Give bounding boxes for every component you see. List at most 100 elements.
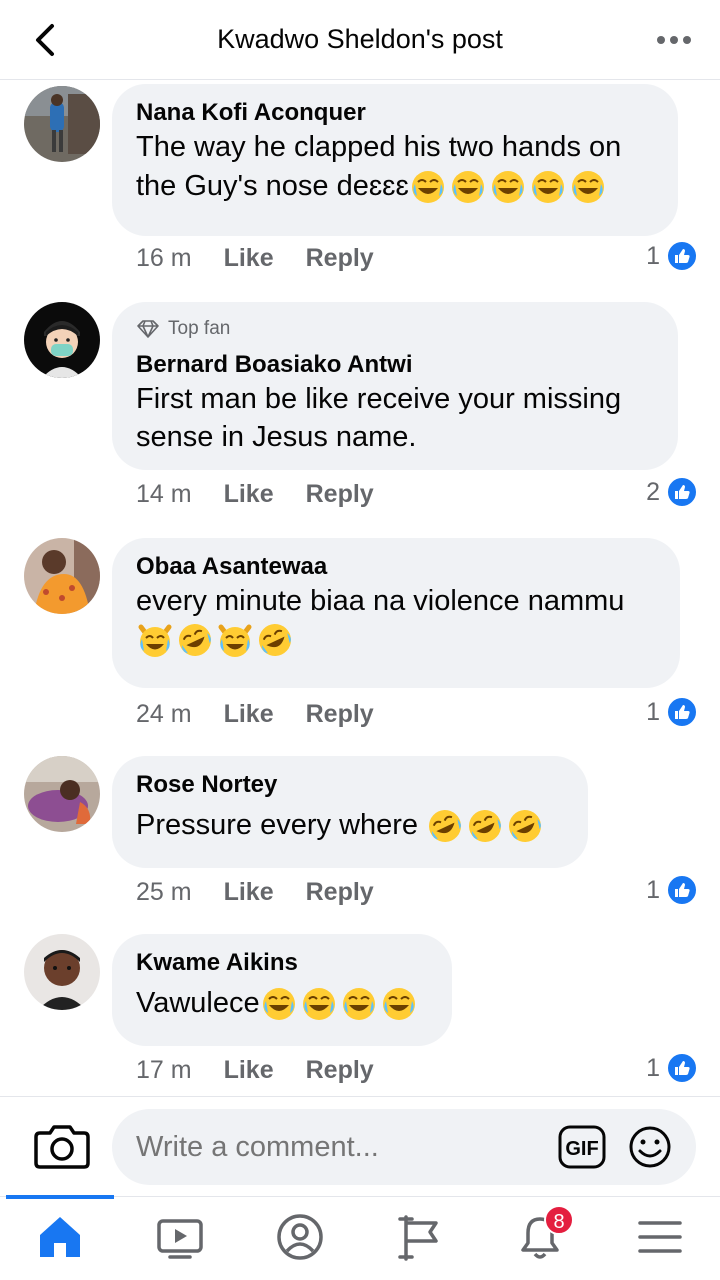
comment-input-pill[interactable]: GIF <box>112 1109 696 1185</box>
rofl-emoji-icon <box>176 621 214 659</box>
nav-home[interactable] <box>0 1195 120 1280</box>
joy-emoji-icon <box>380 985 418 1023</box>
comment-timestamp: 17 m <box>136 1056 192 1084</box>
avatar[interactable] <box>24 302 100 378</box>
gif-button[interactable]: GIF <box>558 1125 606 1169</box>
reaction-count-number: 1 <box>646 241 660 270</box>
comment-timestamp: 16 m <box>136 244 192 272</box>
top-bar: Kwadwo Sheldon's post <box>0 0 720 80</box>
nav-profile[interactable] <box>240 1197 360 1280</box>
rofl-emoji-icon <box>256 621 294 659</box>
joy-emoji-icon <box>449 168 487 206</box>
comment-actions: 17 m Like Reply <box>136 1056 374 1085</box>
comment-text-line: sense in Jesus name. <box>136 421 417 453</box>
more-options-button[interactable] <box>654 28 694 52</box>
avatar[interactable] <box>24 934 100 1010</box>
comment-author[interactable]: Kwame Aikins <box>136 948 428 978</box>
joy-emoji-icon <box>260 985 298 1023</box>
nav-watch[interactable] <box>120 1197 240 1280</box>
joy-emoji-icon <box>529 168 567 206</box>
reaction-count[interactable]: 1 <box>646 1052 698 1084</box>
comment-bubble[interactable]: Obaa Asantewaa every minute biaa na viol… <box>112 538 680 688</box>
nav-notifications[interactable]: 8 <box>480 1197 600 1280</box>
reaction-count-number: 2 <box>646 477 660 506</box>
like-button[interactable]: Like <box>224 1056 274 1085</box>
top-fan-badge: Top fan <box>136 318 654 340</box>
avatar[interactable] <box>24 538 100 614</box>
notification-count-badge: 8 <box>544 1205 574 1235</box>
like-button[interactable]: Like <box>224 700 274 729</box>
comment-text-line: First man be like receive your missing <box>136 383 622 415</box>
emoji-button[interactable] <box>628 1125 672 1169</box>
nav-menu[interactable] <box>600 1197 720 1280</box>
like-button[interactable]: Like <box>224 244 274 273</box>
like-button[interactable]: Like <box>224 878 274 907</box>
top-fan-label: Top fan <box>168 318 231 339</box>
comment-bubble[interactable]: Rose Nortey Pressure every where <box>112 756 588 868</box>
active-tab-indicator <box>6 1195 114 1199</box>
joy-emoji-icon <box>340 985 378 1023</box>
thumbs-up-icon <box>666 696 698 728</box>
reply-button[interactable]: Reply <box>306 244 374 273</box>
home-icon <box>40 1217 80 1257</box>
comment-bubble[interactable]: Kwame Aikins Vawulece <box>112 934 452 1046</box>
reaction-count[interactable]: 1 <box>646 696 698 728</box>
reply-button[interactable]: Reply <box>306 480 374 509</box>
comment-text: The way he clapped his two hands on the … <box>136 128 654 206</box>
diamond-icon <box>137 320 159 338</box>
profile-icon <box>277 1214 323 1260</box>
thumbs-up-icon <box>666 476 698 508</box>
thumbs-up-icon <box>666 874 698 906</box>
smiley-icon <box>629 1126 671 1168</box>
comment-author[interactable]: Obaa Asantewaa <box>136 552 656 582</box>
reply-button[interactable]: Reply <box>306 700 374 729</box>
reaction-count-number: 1 <box>646 697 660 726</box>
comment-bubble[interactable]: Top fan Bernard Boasiako Antwi First man… <box>112 302 678 470</box>
crying-cat-emoji-icon <box>216 621 254 659</box>
watch-icon <box>157 1219 203 1259</box>
comment-text: Pressure every where <box>136 806 564 845</box>
comment-author[interactable]: Nana Kofi Aconquer <box>136 98 654 128</box>
camera-button[interactable] <box>34 1121 90 1171</box>
comment-bubble[interactable]: Nana Kofi Aconquer The way he clapped hi… <box>112 84 678 236</box>
rofl-emoji-icon <box>506 807 544 845</box>
emoji-group <box>260 985 418 1023</box>
comment-timestamp: 14 m <box>136 480 192 508</box>
comment-text-line: Pressure every where <box>136 809 427 841</box>
joy-emoji-icon <box>300 985 338 1023</box>
reply-button[interactable]: Reply <box>306 878 374 907</box>
comment-text: every minute biaa na violence nammu <box>136 582 656 659</box>
reaction-count[interactable]: 1 <box>646 874 698 906</box>
like-button[interactable]: Like <box>224 480 274 509</box>
bottom-nav: 8 <box>0 1195 720 1280</box>
comment-list[interactable]: Nana Kofi Aconquer The way he clapped hi… <box>0 80 720 1095</box>
nav-pages[interactable] <box>360 1197 480 1280</box>
comment-author[interactable]: Rose Nortey <box>136 770 564 800</box>
thumbs-up-icon <box>666 1052 698 1084</box>
emoji-group <box>136 621 294 659</box>
joy-emoji-icon <box>489 168 527 206</box>
reaction-count[interactable]: 2 <box>646 476 698 508</box>
comment-timestamp: 24 m <box>136 700 192 728</box>
comment-input[interactable] <box>136 1131 536 1164</box>
emoji-group <box>409 168 607 206</box>
comment-text-line: Vawulece <box>136 987 260 1019</box>
reaction-count-number: 1 <box>646 1053 660 1082</box>
emoji-group <box>426 807 544 845</box>
comment-actions: 14 m Like Reply <box>136 480 374 509</box>
comment-text-line: the Guy's nose deɛɛɛ <box>136 170 409 202</box>
pages-icon <box>398 1215 438 1261</box>
joy-emoji-icon <box>409 168 447 206</box>
comment-actions: 16 m Like Reply <box>136 244 374 273</box>
reaction-count[interactable]: 1 <box>646 240 698 272</box>
reply-button[interactable]: Reply <box>306 1056 374 1085</box>
comment-composer: GIF <box>0 1096 720 1196</box>
page-title: Kwadwo Sheldon's post <box>217 24 503 54</box>
gif-icon: GIF <box>558 1125 606 1169</box>
comment-text: First man be like receive your missing s… <box>136 380 654 456</box>
avatar[interactable] <box>24 756 100 832</box>
comment-author[interactable]: Bernard Boasiako Antwi <box>136 350 654 380</box>
camera-icon <box>34 1125 90 1169</box>
avatar[interactable] <box>24 86 100 162</box>
comment-actions: 25 m Like Reply <box>136 878 374 907</box>
